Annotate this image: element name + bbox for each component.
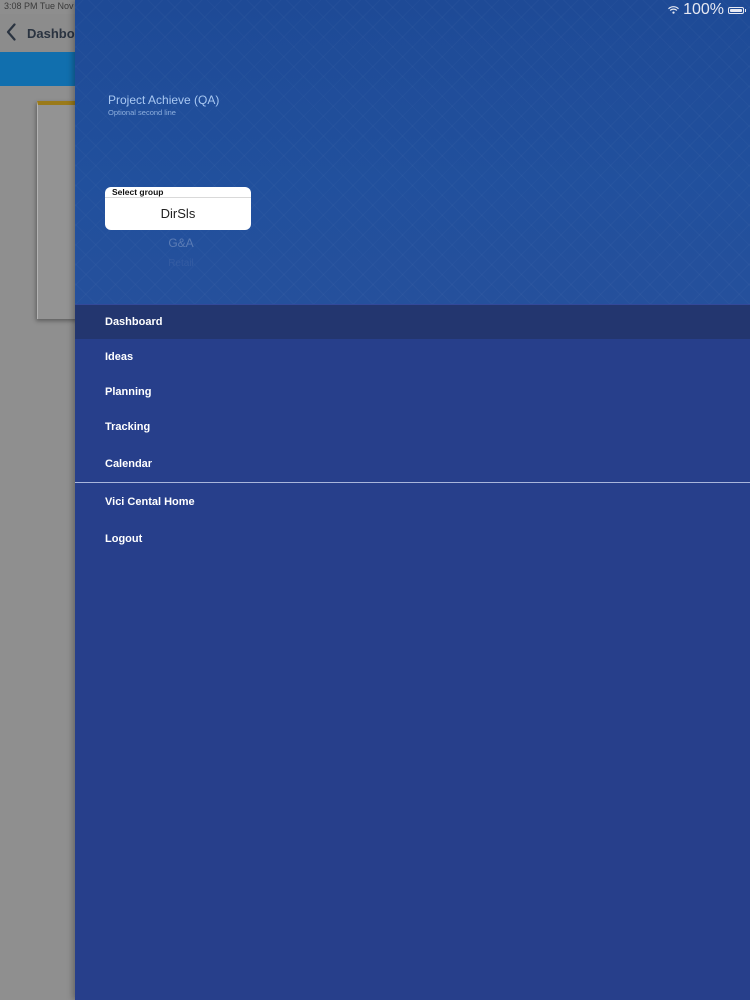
status-indicators: 100% xyxy=(668,1,746,19)
nav-title: Dashbo xyxy=(27,26,75,41)
group-option-ga[interactable]: G&A xyxy=(105,236,257,250)
app-name: Project Achieve (QA) xyxy=(108,93,220,107)
menu-item-label: Calendar xyxy=(105,457,153,470)
battery-fill xyxy=(730,8,742,12)
side-drawer: Project Achieve (QA) Optional second lin… xyxy=(75,0,750,1000)
group-option-retail[interactable]: Retail xyxy=(105,258,257,269)
group-picker-label: Select group xyxy=(112,187,164,197)
group-picker-divider xyxy=(105,197,251,198)
menu-item-label: Planning xyxy=(105,385,152,398)
battery-percentage: 100% xyxy=(683,1,724,18)
menu-divider xyxy=(75,482,750,483)
wifi-icon xyxy=(668,6,680,14)
drawer-header: Project Achieve (QA) Optional second lin… xyxy=(75,0,750,304)
menu-item-planning[interactable]: Planning xyxy=(75,374,750,409)
menu-item-logout[interactable]: Logout xyxy=(75,521,750,556)
menu-item-ideas[interactable]: Ideas xyxy=(75,339,750,374)
group-picker-selected[interactable]: DirSls xyxy=(105,206,251,221)
group-picker[interactable]: Select group DirSls xyxy=(105,187,251,230)
menu-item-tracking[interactable]: Tracking xyxy=(75,409,750,444)
menu-item-label: Tracking xyxy=(105,420,151,433)
menu-item-dashboard[interactable]: Dashboard xyxy=(75,304,750,339)
menu-item-calendar[interactable]: Calendar xyxy=(75,446,750,481)
menu-item-label: Logout xyxy=(105,532,143,545)
menu-item-label: Dashboard xyxy=(105,316,163,328)
status-time: 3:08 PM Tue Nov 6 xyxy=(4,1,82,11)
menu-item-label: Vici Cental Home xyxy=(105,495,195,508)
menu-item-label: Ideas xyxy=(105,350,134,363)
app-subtitle: Optional second line xyxy=(108,108,176,117)
chevron-left-icon[interactable] xyxy=(6,23,16,41)
battery-icon xyxy=(728,6,746,14)
menu-item-vici-central-home[interactable]: Vici Cental Home xyxy=(75,484,750,519)
